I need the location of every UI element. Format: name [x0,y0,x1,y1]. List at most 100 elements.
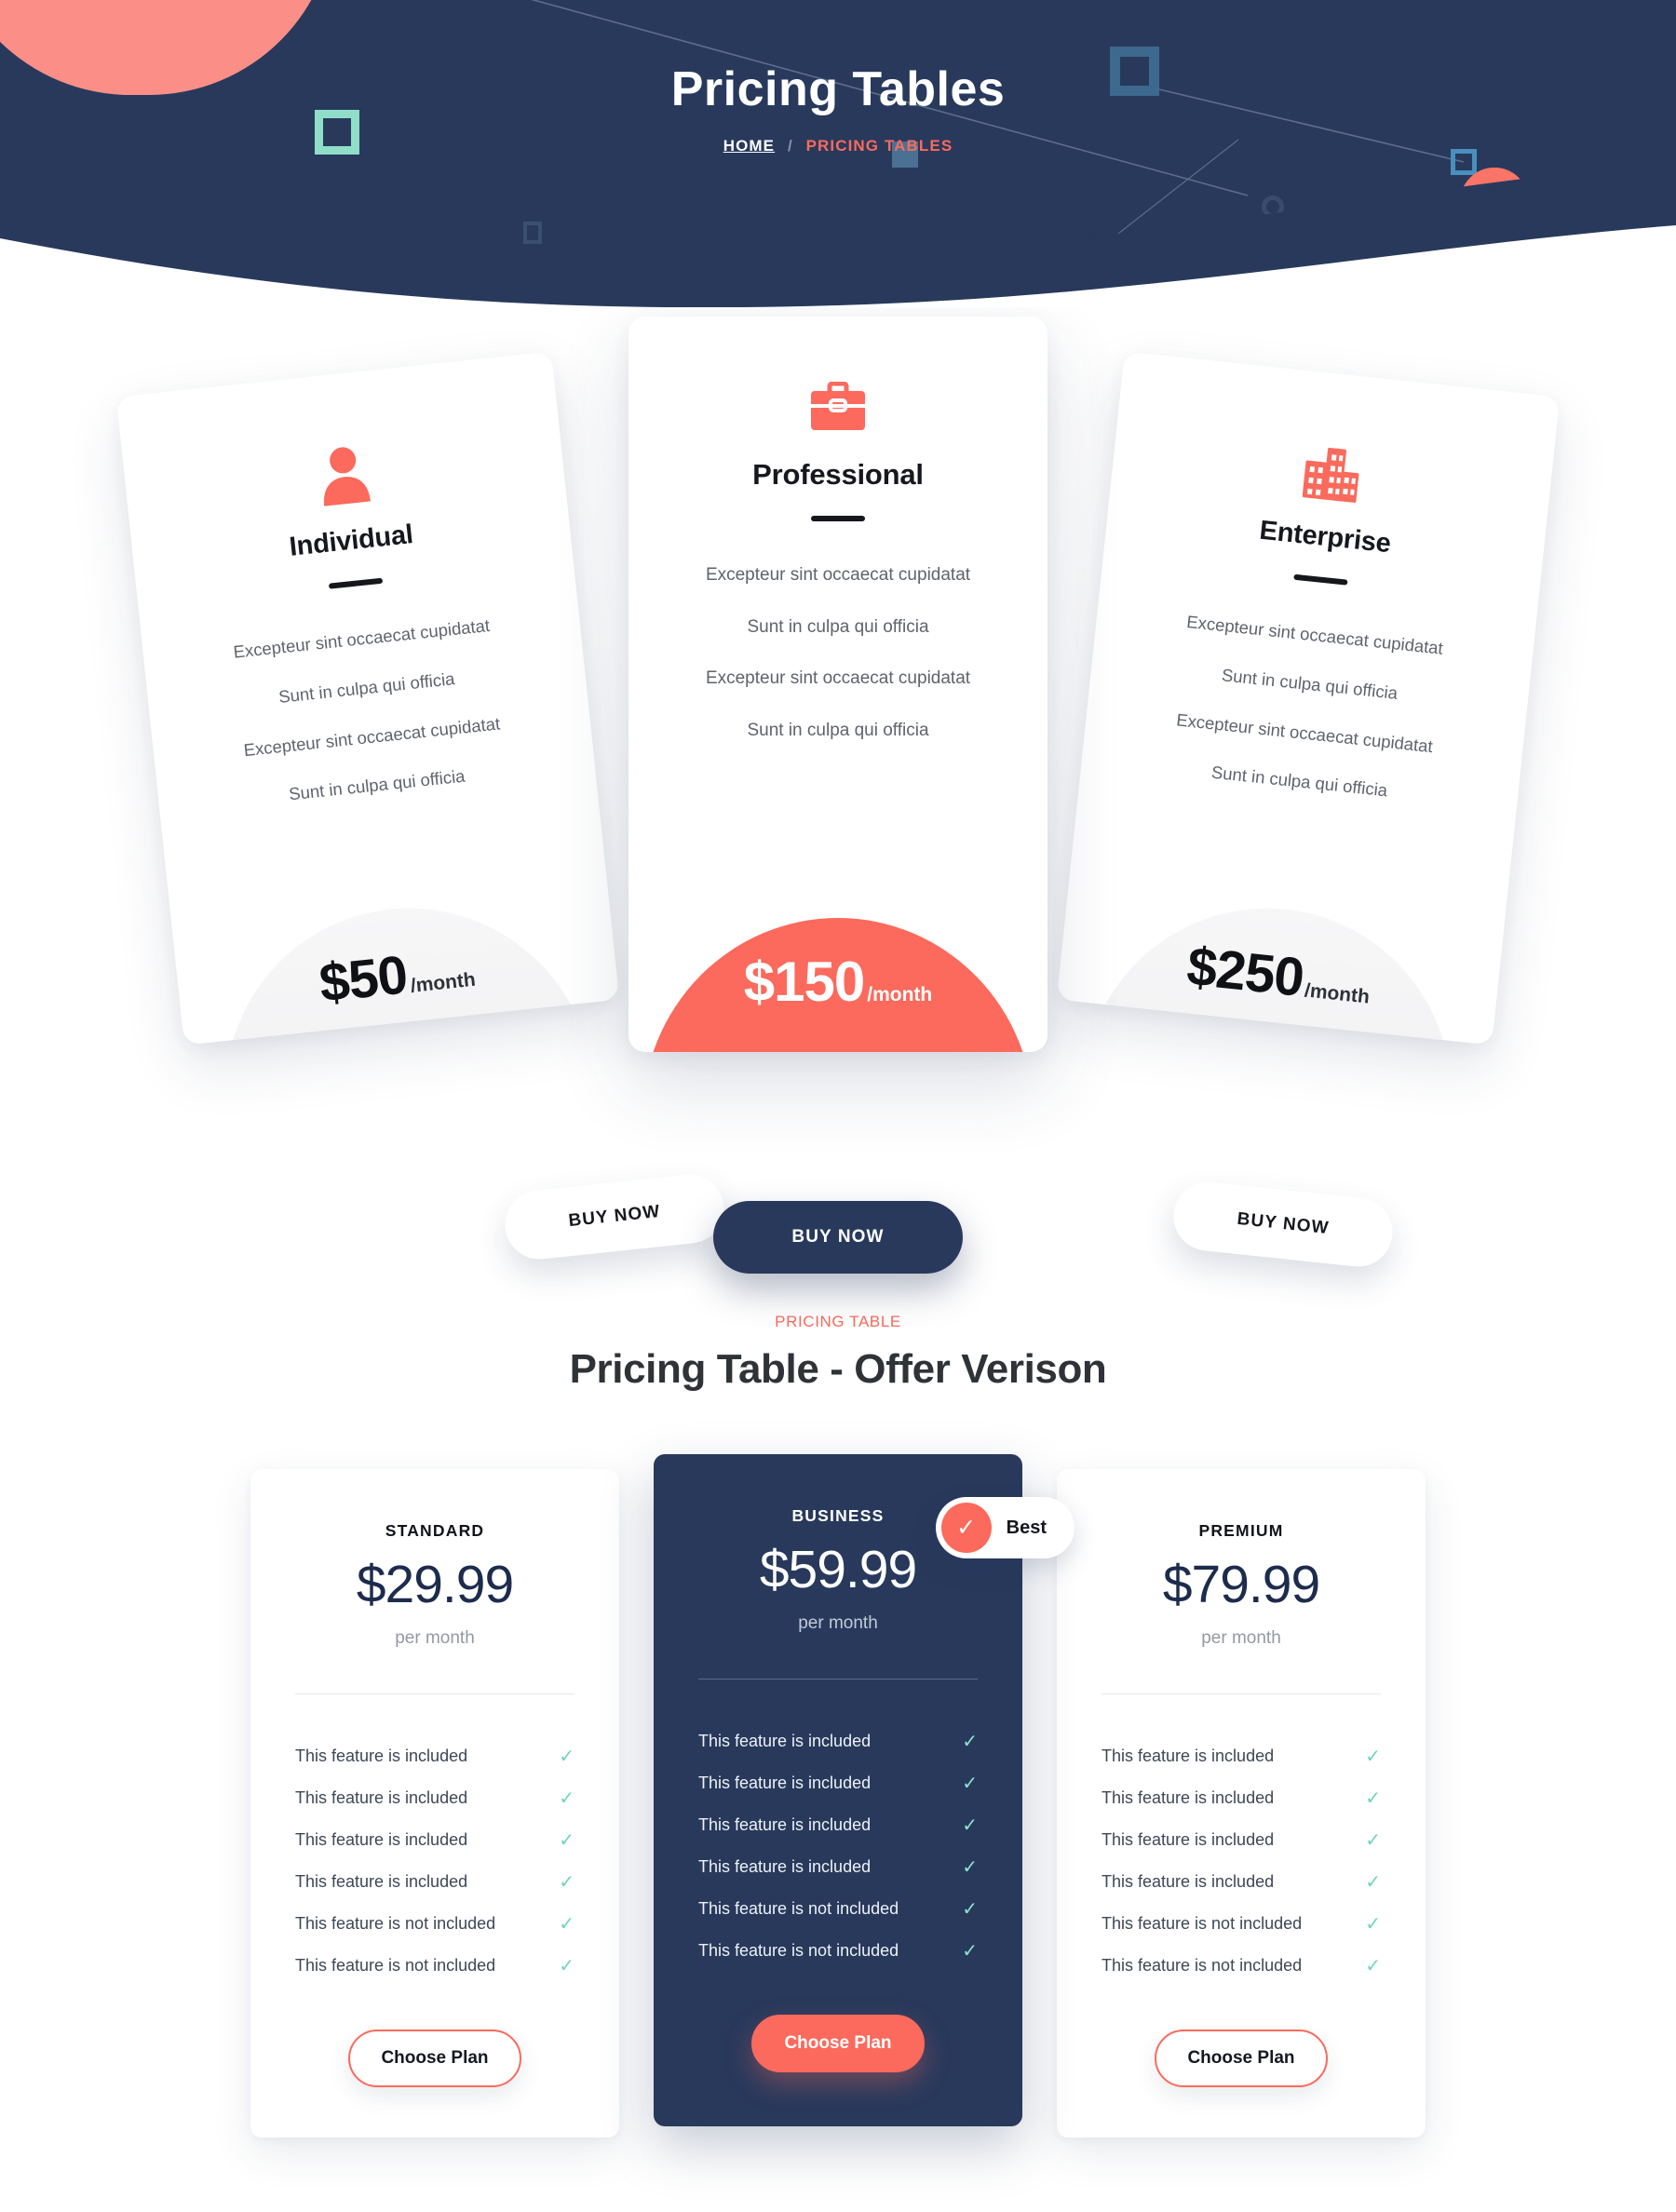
feature-label: This feature is not included [698,1941,899,1960]
plan-feature-row: This feature is not included ✓ [1102,1945,1381,1987]
user-icon [323,447,371,506]
price-arc-featured: $150 /month [642,918,1034,1052]
divider [295,1693,574,1694]
plan-feature-row: This feature is included ✓ [698,1762,978,1804]
plan-price: $150 [743,951,865,1013]
plan-price: $29.99 [356,1555,514,1614]
plan-name: Individual [288,519,415,562]
plan-feature-row: This feature is included ✓ [295,1777,574,1819]
tilted-pricing-section: Individual Excepteur sint occaecat cupid… [0,307,1676,1294]
plan-feature-row: This feature is not included ✓ [1102,1903,1381,1945]
check-icon: ✓ [559,1829,574,1851]
plan-feature-row: This feature is not included ✓ [295,1945,574,1987]
check-icon: ✓ [962,1898,978,1920]
plan-feature-row: This feature is included ✓ [295,1735,574,1777]
feature-label: This feature is not included [1102,1956,1303,1975]
pricing-card-professional[interactable]: Professional Excepteur sint occaecat cup… [628,317,1048,1052]
pricing-card-enterprise[interactable]: Enterprise Excepteur sint occaecat cupid… [1056,351,1561,1045]
offer-pricing-section: PRICING TABLE Pricing Table - Offer Veri… [0,1294,1676,2138]
check-icon: ✓ [1365,1829,1381,1851]
check-icon: ✓ [559,1913,574,1935]
plan-period: per month [395,1628,475,1648]
feature-label: This feature is included [1102,1747,1275,1765]
plan-price: $250 [1183,936,1306,1008]
plan-feature-row: This feature is included ✓ [698,1804,978,1846]
plan-period: /month [409,968,477,997]
choose-plan-button-premium[interactable]: Choose Plan [1155,2030,1328,2087]
choose-plan-button-standard[interactable]: Choose Plan [348,2030,521,2087]
plan-name: PREMIUM [1198,1521,1284,1540]
page-title: Pricing Tables [670,62,1006,116]
plan-feature: Excepteur sint occaecat cupidatat [705,565,971,585]
pricing-card-individual[interactable]: Individual Excepteur sint occaecat cupid… [115,351,620,1045]
plan-feature-row: This feature is included ✓ [295,1819,574,1861]
section-eyebrow: PRICING TABLE [775,1313,901,1330]
feature-label: This feature is not included [295,1914,496,1933]
plan-feature-list: This feature is included ✓ This feature i… [1102,1735,1381,1987]
plan-price: $50 [316,944,411,1014]
feature-label: This feature is included [295,1788,468,1807]
briefcase-icon [811,382,865,430]
feature-label: This feature is not included [1102,1914,1303,1933]
check-icon: ✓ [559,1746,574,1767]
plan-feature-row: This feature is included ✓ [295,1861,574,1903]
buildings-icon [1302,447,1359,504]
plan-feature-row: This feature is included ✓ [1102,1735,1381,1777]
choose-plan-button-business[interactable]: Choose Plan [751,2015,925,2072]
plan-period: per month [1201,1628,1281,1648]
plan-feature-row: This feature is included ✓ [1102,1819,1381,1861]
feature-label: This feature is included [698,1732,872,1750]
check-icon: ✓ [962,1856,978,1878]
offer-card-premium[interactable]: PREMIUM $79.99 per month This feature is… [1057,1469,1426,2138]
feature-label: This feature is included [1102,1788,1275,1807]
plan-feature: Sunt in culpa qui officia [747,616,929,637]
title-underline [811,516,865,521]
check-icon: ✓ [1365,1913,1381,1935]
check-icon: ✓ [962,1814,978,1836]
breadcrumb-link-home[interactable]: HOME [723,137,775,155]
feature-label: This feature is not included [295,1956,496,1975]
check-icon: ✓ [1365,1746,1381,1767]
price-arc: $250 /month [1083,890,1470,1045]
check-circle-icon: ✓ [940,1503,992,1553]
plan-price: $59.99 [759,1540,917,1599]
plan-feature-row: This feature is included ✓ [698,1720,978,1762]
plan-name: Professional [752,458,924,491]
plan-feature: Sunt in culpa qui officia [747,720,929,740]
feature-label: This feature is included [1102,1830,1275,1849]
feature-label: This feature is included [1102,1872,1275,1891]
plan-feature-list: Excepteur sint occaecat cupidatat Sunt i… [142,604,596,821]
buy-now-button-professional[interactable]: BUY NOW [713,1201,963,1274]
feature-label: This feature is included [698,1857,872,1876]
plan-feature-row: This feature is not included ✓ [295,1903,574,1945]
check-icon: ✓ [559,1871,574,1893]
plan-period: per month [798,1613,878,1633]
offer-card-standard[interactable]: STANDARD $29.99 per month This feature i… [250,1469,619,2138]
hero-wave-divider [0,169,1676,307]
divider [1102,1693,1381,1694]
plan-feature-row: This feature is included ✓ [1102,1861,1381,1903]
feature-label: This feature is included [295,1747,468,1765]
feature-label: This feature is included [698,1815,872,1834]
plan-period: /month [867,984,933,1005]
feature-label: This feature is not included [698,1899,899,1918]
buy-now-button-individual[interactable]: BUY NOW [501,1170,728,1263]
breadcrumb: HOME / PRICING TABLES [0,137,1676,155]
plan-period: /month [1303,979,1371,1008]
offer-plan-grid: STANDARD $29.99 per month This feature i… [250,1454,1426,2138]
plan-feature: Excepteur sint occaecat cupidatat [705,668,971,689]
section-title: Pricing Table - Offer Verison [569,1346,1107,1392]
check-icon: ✓ [1365,1787,1381,1809]
check-icon: ✓ [1365,1871,1381,1893]
price-arc: $50 /month [206,890,593,1045]
plan-feature-row: This feature is not included ✓ [698,1888,978,1930]
breadcrumb-separator: / [787,137,793,155]
buy-now-button-enterprise[interactable]: BUY NOW [1169,1178,1397,1271]
title-underline [328,577,384,589]
offer-card-business[interactable]: ✓ Best BUSINESS $59.99 per month This fe… [654,1454,1075,2126]
check-icon: ✓ [962,1731,978,1752]
plan-feature-row: This feature is not included ✓ [698,1930,978,1972]
feature-label: This feature is included [698,1774,872,1792]
plan-feature-row: This feature is included ✓ [698,1846,978,1888]
check-icon: ✓ [962,1773,978,1794]
